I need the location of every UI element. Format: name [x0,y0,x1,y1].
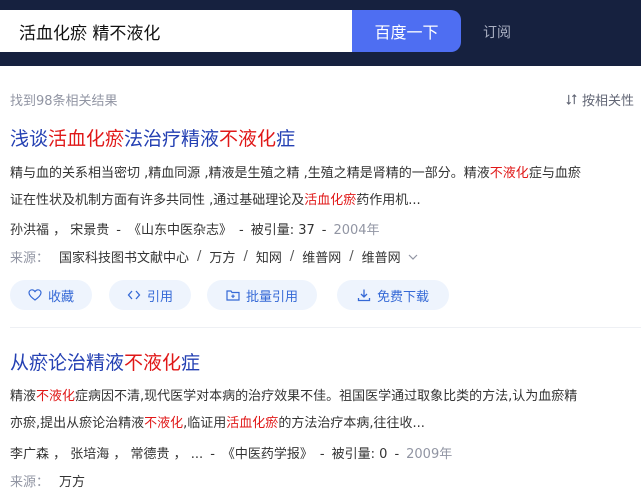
pub-year: 2009年 [406,447,453,462]
source-link[interactable]: 维普网 [302,247,341,266]
result-abstract: 精液不液化症病因不清,现代医学对本病的治疗效果不佳。祖国医学通过取象比类的方法,… [10,383,635,437]
abstract-text: 精与血的关系相当密切 ,精血同源 ,精液是生殖之精 ,生殖之精是肾精的一部分。精… [10,166,490,181]
download-icon [357,289,371,302]
abstract-text: 药作用机... [356,193,421,208]
journal[interactable]: 《中医药学报》 [222,447,313,462]
authors[interactable]: 孙洪福 ， 宋景贵 [10,223,109,238]
source-link[interactable]: 维普网 [362,247,401,266]
source-link[interactable]: 国家科技图书文献中心 [59,247,189,266]
result-meta: 李广森 ， 张培海 ， 常德贵 ， ... - 《中医药学报》 - 被引量: 0-200… [10,447,453,462]
free-download-label[interactable]: 免费下载 [377,286,429,305]
cited-count: 0 [379,447,388,462]
result-title[interactable]: 浅谈活血化瘀法治疗精液不液化症 [10,124,295,151]
source-label: 来源： [10,475,50,490]
search-input[interactable]: 活血化瘀 精不液化 [0,10,352,52]
source-link[interactable]: 万方 [59,471,85,490]
title-text[interactable]: 浅谈 [10,128,48,150]
sort-by-relevance[interactable]: 按相关性 [565,90,634,109]
abstract-line: 精与血的关系相当密切 ,精血同源 ,精液是生殖之精 ,生殖之精是肾精的一部分。精… [10,160,635,187]
abstract-line: 亦瘀,提出从瘀论治精液不液化,临证用活血化瘀的方法治疗本病,往往收... [10,410,635,437]
title-text[interactable]: 从瘀论治精液 [10,352,124,374]
search-input-value[interactable]: 活血化瘀 精不液化 [19,19,160,44]
abstract-highlight: 活血化瘀 [226,416,279,431]
result-abstract: 精与血的关系相当密切 ,精血同源 ,精液是生殖之精 ,生殖之精是肾精的一部分。精… [10,160,635,214]
abstract-text: 精液 [10,389,37,404]
abstract-highlight: 不液化 [144,416,184,431]
journal[interactable]: 《山东中医杂志》 [128,223,232,238]
title-text[interactable]: 症 [181,352,200,374]
abstract-line: 精液不液化症病因不清,现代医学对本病的治疗效果不佳。祖国医学通过取象比类的方法,… [10,383,635,410]
sort-icon [566,94,577,105]
source-link[interactable]: 万方 [209,247,235,266]
abstract-highlight: 活血化瘀 [304,193,357,208]
result-title[interactable]: 从瘀论治精液不液化症 [10,348,200,375]
heart-icon [28,289,42,301]
folder-add-icon [226,290,240,301]
free-download-button[interactable]: 免费下载 [337,280,449,310]
cite-label[interactable]: 引用 [147,286,173,305]
authors[interactable]: 李广森 ， 张培海 ， 常德贵 ， ... [10,447,203,462]
cited-label: 被引量: [331,447,376,462]
pub-year: 2004年 [333,223,380,238]
abstract-highlight: 不液化 [36,389,76,404]
cited-label: 被引量: [250,223,295,238]
title-highlight[interactable]: 活血化瘀 [48,128,124,150]
title-highlight[interactable]: 不液化 [219,128,276,150]
chevron-down-icon[interactable] [407,251,419,263]
abstract-line: 证在性状及机制方面有许多共同性 ,通过基础理论及活血化瘀药作用机... [10,187,635,214]
abstract-text: 证在性状及机制方面有许多共同性 ,通过基础理论及 [10,193,305,208]
title-highlight[interactable]: 不液化 [124,352,181,374]
search-button[interactable]: 百度一下 [352,10,461,52]
top-header: 活血化瘀 精不液化 百度一下 订阅 [0,0,641,66]
abstract-text: ,临证用 [183,416,227,431]
source-link[interactable]: 知网 [256,247,282,266]
batch-cite-label[interactable]: 批量引用 [246,286,298,305]
source-label: 来源： [10,251,50,266]
result-count: 找到98条相关结果 [10,94,118,109]
title-text[interactable]: 法治疗精液 [124,128,219,150]
abstract-highlight: 不液化 [489,166,529,181]
favorite-button[interactable]: 收藏 [10,280,92,310]
result-sources: 来源： 国家科技图书文献中心 / 万方 / 知网 / 维普网 / 维普网 [10,247,419,266]
sort-label[interactable]: 按相关性 [582,90,634,109]
abstract-text: 亦瘀,提出从瘀论治精液 [10,416,145,431]
result-sources: 来源： 万方 [10,471,85,490]
result-divider [10,327,641,328]
title-text[interactable]: 症 [276,128,295,150]
abstract-text: 症病因不清,现代医学对本病的治疗效果不佳。祖国医学通过取象比类的方法,认为血瘀精 [75,389,578,404]
cite-button[interactable]: 引用 [109,280,191,310]
result-meta: 孙洪福 ， 宋景贵 - 《山东中医杂志》 - 被引量: 37-2004年 [10,223,380,238]
code-brackets-icon [127,290,141,300]
batch-cite-button[interactable]: 批量引用 [207,280,317,310]
abstract-text: 的方法治疗本病,往往收... [278,416,425,431]
favorite-label[interactable]: 收藏 [48,286,74,305]
abstract-text: 症与血瘀 [528,166,581,181]
cited-count: 37 [298,223,315,238]
subscribe-link[interactable]: 订阅 [483,22,511,42]
